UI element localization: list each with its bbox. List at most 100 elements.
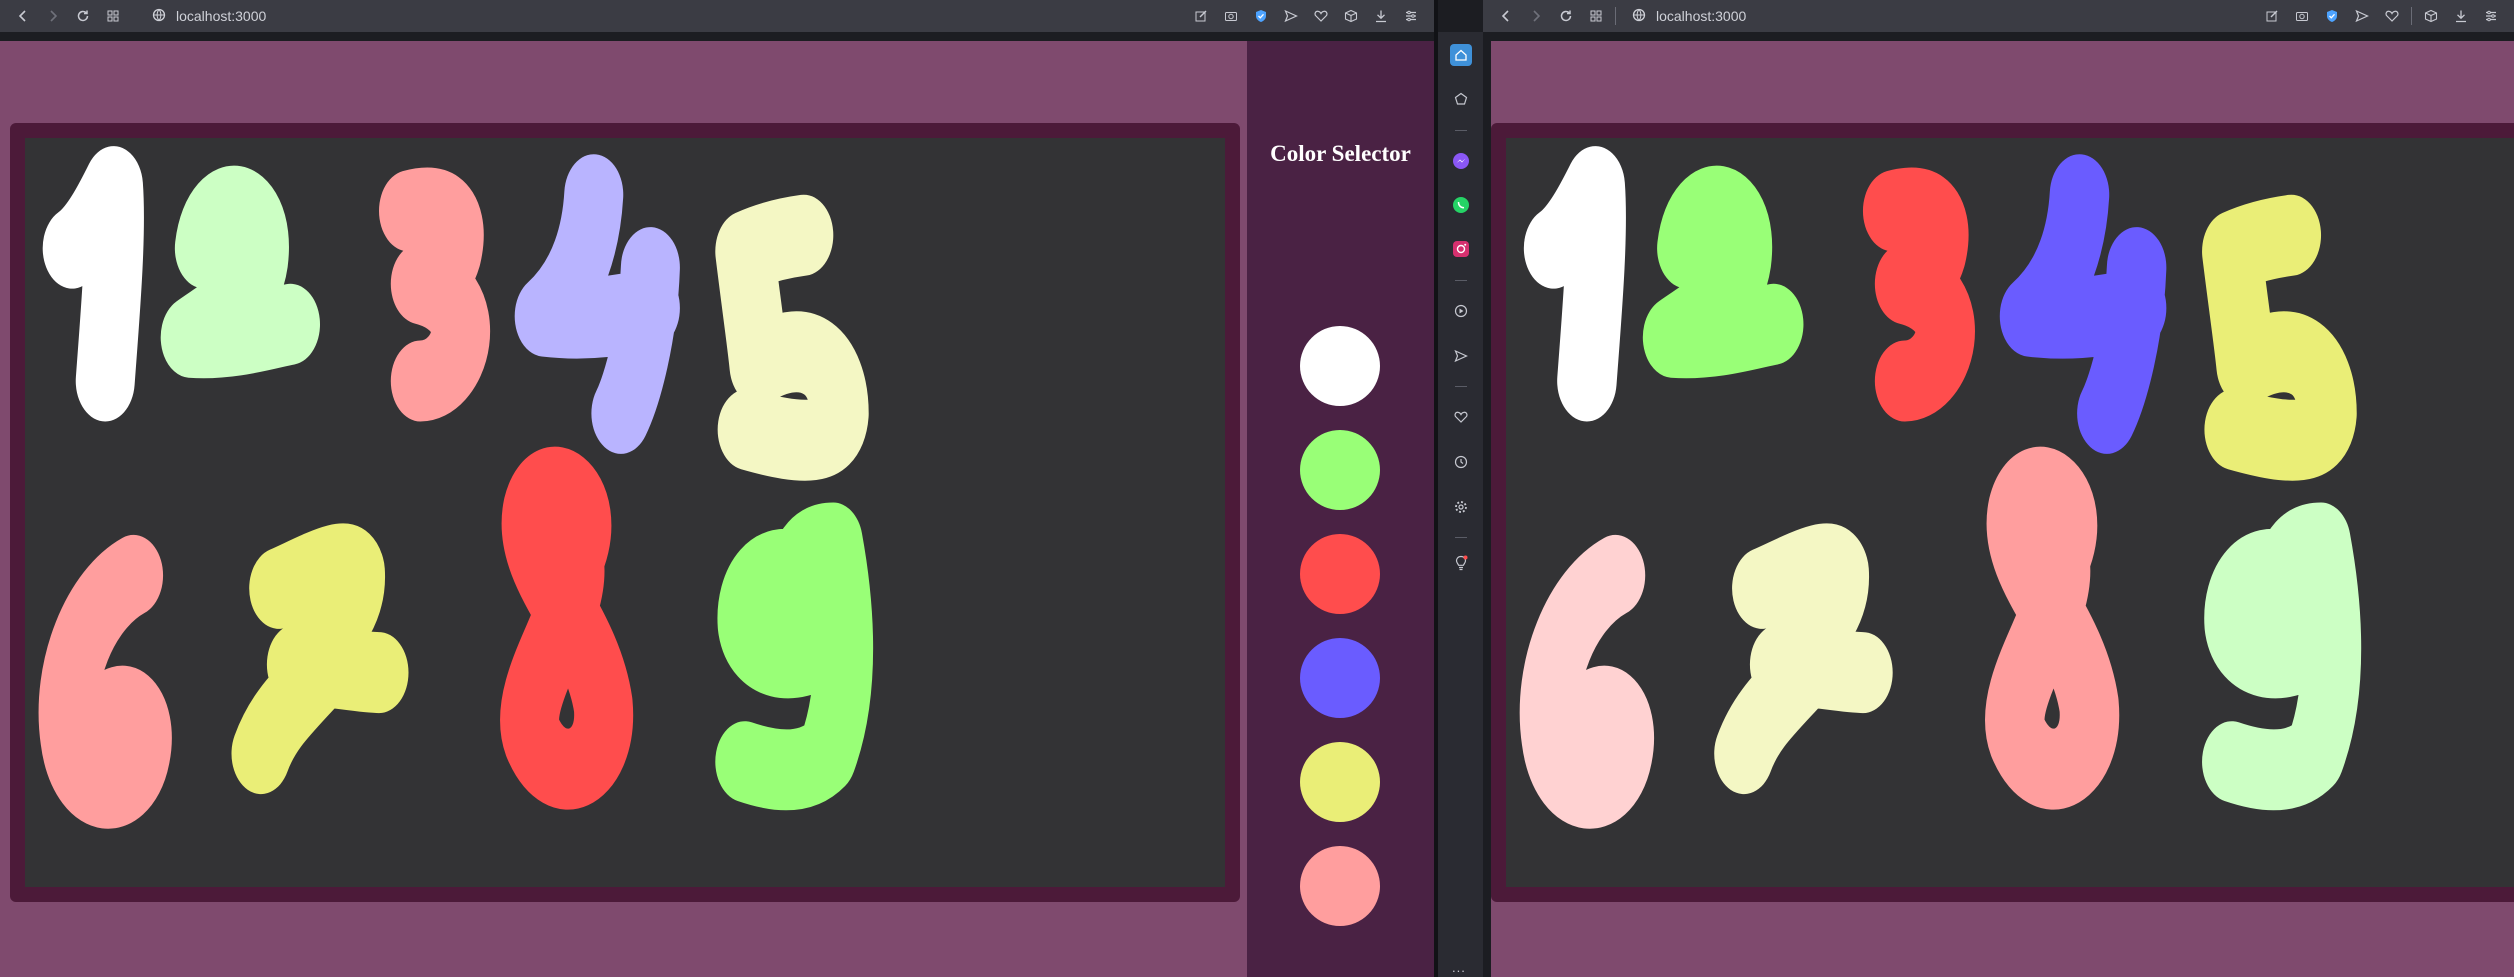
digit-5: [2202, 194, 2357, 481]
edit-icon[interactable]: [2257, 1, 2287, 31]
download-icon[interactable]: [1366, 1, 1396, 31]
camera-icon[interactable]: [2287, 1, 2317, 31]
drawing-board-frame: [10, 123, 1240, 902]
digit-3: [1862, 167, 1975, 422]
digit-1: [1523, 146, 1626, 422]
digit-stroke-2: [160, 165, 321, 379]
pentagon-icon[interactable]: [1450, 88, 1472, 110]
color-swatch[interactable]: [1300, 430, 1380, 510]
home-icon[interactable]: [1450, 44, 1472, 66]
clock-icon[interactable]: [1450, 451, 1472, 473]
digit-2: [160, 165, 321, 379]
address-bar[interactable]: localhost:3000: [152, 8, 266, 25]
box-icon[interactable]: [1336, 1, 1366, 31]
arrow-right-icon[interactable]: [1521, 1, 1551, 31]
color-swatch[interactable]: [1300, 638, 1380, 718]
color-selector-title: Color Selector: [1270, 141, 1411, 166]
digit-stroke-1: [42, 146, 144, 422]
messenger-icon[interactable]: [1450, 150, 1472, 172]
send-icon[interactable]: [1276, 1, 1306, 31]
digit-stroke-1: [1523, 146, 1626, 422]
heart-icon[interactable]: [2377, 1, 2407, 31]
camera-icon[interactable]: [1216, 1, 1246, 31]
sidebar-more-icon[interactable]: ...: [1452, 960, 1466, 975]
sidebar-separator: [1455, 130, 1467, 131]
globe-icon: [152, 8, 166, 25]
grid-icon[interactable]: [98, 1, 128, 31]
digit-7: [231, 523, 409, 795]
right-page: [1491, 41, 2514, 977]
sidebar-separator: [1455, 280, 1467, 281]
digit-3: [379, 167, 491, 422]
sidebar-separator: [1455, 386, 1467, 387]
url-text: localhost:3000: [1656, 8, 1747, 24]
digit-7: [1714, 523, 1893, 795]
browser-sidebar: ...: [1438, 32, 1483, 977]
heart-icon[interactable]: [1450, 406, 1472, 428]
reload-icon[interactable]: [68, 1, 98, 31]
globe-icon: [1632, 8, 1646, 25]
url-text: localhost:3000: [176, 8, 267, 24]
digit-stroke-6: [38, 534, 172, 829]
send-icon[interactable]: [1450, 345, 1472, 367]
digit-stroke-9: [715, 502, 874, 811]
arrow-left-icon[interactable]: [1491, 1, 1521, 31]
digit-stroke-4: [514, 154, 680, 454]
edit-icon[interactable]: [1186, 1, 1216, 31]
shield-icon[interactable]: [1246, 1, 1276, 31]
digit-4: [1999, 154, 2167, 454]
address-bar[interactable]: localhost:3000: [1632, 8, 1746, 25]
digit-9: [2202, 502, 2362, 811]
digit-4: [514, 154, 680, 454]
download-icon[interactable]: [2446, 1, 2476, 31]
play-icon[interactable]: [1450, 300, 1472, 322]
send-icon[interactable]: [2347, 1, 2377, 31]
drawing-board-frame: [1491, 123, 2514, 902]
digit-8: [500, 446, 634, 810]
digit-stroke-3: [1862, 167, 1975, 422]
toolbar-separator: [2411, 7, 2412, 25]
heart-icon[interactable]: [1306, 1, 1336, 31]
drawing-canvas[interactable]: [1506, 138, 2514, 887]
left-digit-drawing: [38, 146, 874, 829]
digit-stroke-8: [1985, 446, 2120, 810]
drawing-canvas[interactable]: [25, 138, 1225, 887]
digit-stroke-8: [500, 446, 634, 810]
grid-icon[interactable]: [1581, 1, 1611, 31]
digit-1: [42, 146, 144, 422]
toolbar-separator: [1615, 7, 1616, 25]
bulb-icon[interactable]: [1450, 552, 1472, 574]
digit-8: [1985, 446, 2120, 810]
left-page: [0, 41, 1247, 977]
color-swatch[interactable]: [1300, 846, 1380, 926]
box-icon[interactable]: [2416, 1, 2446, 31]
right-digit-drawing: [1519, 146, 2362, 829]
digit-stroke-7: [231, 523, 409, 795]
arrow-right-icon[interactable]: [38, 1, 68, 31]
digit-stroke-9: [2202, 502, 2362, 811]
settings-icon[interactable]: [1450, 496, 1472, 518]
color-swatch[interactable]: [1300, 534, 1380, 614]
menu-icon[interactable]: [1396, 1, 1426, 31]
color-swatch[interactable]: [1300, 326, 1380, 406]
digit-stroke-2: [1642, 165, 1804, 379]
arrow-left-icon[interactable]: [8, 1, 38, 31]
whatsapp-icon[interactable]: [1450, 194, 1472, 216]
reload-icon[interactable]: [1551, 1, 1581, 31]
left-browser-toolbar: localhost:3000: [0, 0, 1434, 32]
digit-2: [1642, 165, 1804, 379]
digit-stroke-3: [379, 167, 491, 422]
digit-5: [715, 194, 869, 481]
sidebar-separator: [1455, 537, 1467, 538]
color-selector-panel: Color Selector: [1247, 41, 1434, 977]
shield-icon[interactable]: [2317, 1, 2347, 31]
instagram-icon[interactable]: [1450, 238, 1472, 260]
right-browser-toolbar: localhost:3000: [1483, 0, 2514, 32]
menu-icon[interactable]: [2476, 1, 2506, 31]
color-swatch[interactable]: [1300, 742, 1380, 822]
digit-6: [1519, 534, 1654, 829]
digit-stroke-5: [715, 194, 869, 481]
digit-stroke-7: [1714, 523, 1893, 795]
digit-stroke-5: [2202, 194, 2357, 481]
digit-9: [715, 502, 874, 811]
